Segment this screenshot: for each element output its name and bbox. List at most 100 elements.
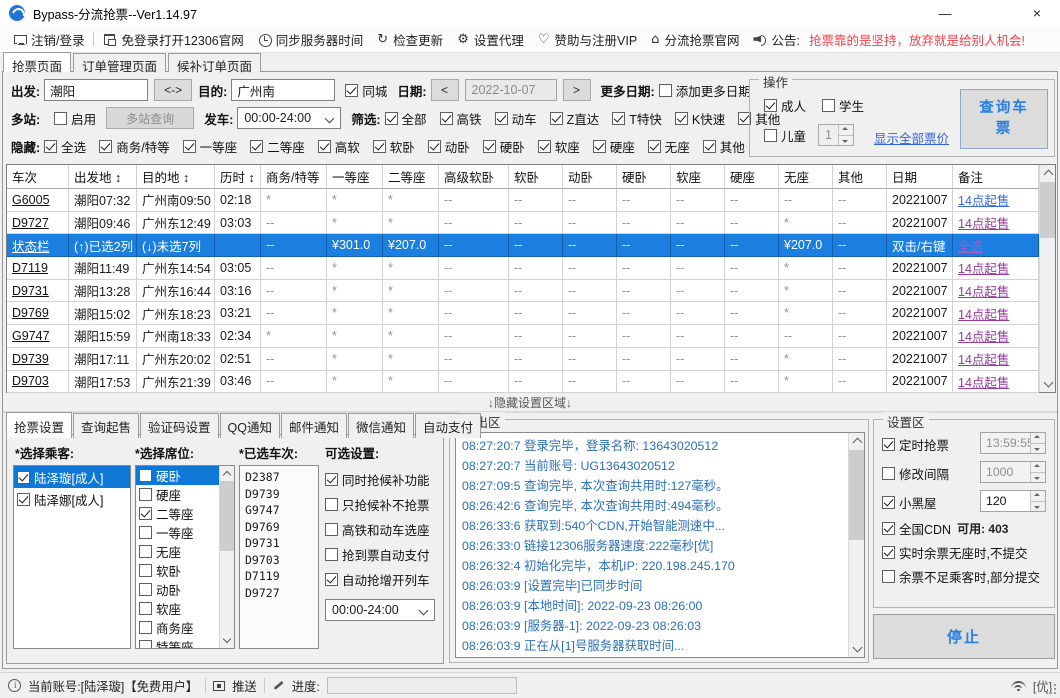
- seat-checkbox[interactable]: 软座: [139, 599, 181, 618]
- seat-item[interactable]: 软卧: [136, 561, 219, 580]
- menu-item[interactable]: 公告:: [746, 30, 806, 49]
- seat-item[interactable]: 商务座: [136, 618, 219, 637]
- page-tab[interactable]: 抢票页面: [3, 52, 71, 72]
- page-tab[interactable]: 候补订单页面: [168, 53, 261, 72]
- seat-checkbox[interactable]: 特等座: [139, 637, 194, 649]
- column-header[interactable]: 目的地 ↕: [137, 165, 215, 189]
- depart-time-select[interactable]: 00:00-24:00: [237, 107, 341, 129]
- settings-tab[interactable]: 邮件通知: [281, 413, 347, 438]
- hide-checkbox[interactable]: 硬座: [593, 137, 635, 156]
- hide-checkbox[interactable]: 软卧: [373, 137, 415, 156]
- train-number-link[interactable]: D9727: [12, 216, 49, 230]
- option-checkbox[interactable]: 同时抢候补功能: [325, 470, 430, 489]
- seat-checkbox[interactable]: 商务座: [139, 618, 194, 637]
- train-number-link[interactable]: G6005: [12, 193, 50, 207]
- remark-link[interactable]: 14点起售: [958, 281, 1009, 300]
- scroll-up-icon[interactable]: [1040, 165, 1055, 181]
- table-scrollbar[interactable]: [1039, 165, 1055, 392]
- multi-query-button[interactable]: 多站查询: [106, 107, 194, 129]
- remark-link[interactable]: 14点起售: [958, 304, 1009, 323]
- scroll-down-icon[interactable]: [220, 633, 234, 648]
- table-row[interactable]: G9747潮阳15:59广州南18:3302:34***------------…: [7, 325, 1055, 348]
- option-checkbox[interactable]: 只抢候补不抢票: [325, 495, 430, 514]
- swap-button[interactable]: <->: [154, 79, 192, 101]
- setting-checkbox[interactable]: 余票不足乘客时,部分提交: [882, 567, 1040, 586]
- passenger-checkbox[interactable]: 陆泽娜[成人]: [17, 490, 103, 509]
- menu-item[interactable]: ⚙设置代理: [450, 30, 531, 49]
- seat-checkbox[interactable]: 一等座: [139, 523, 194, 542]
- table-row[interactable]: D7119潮阳11:49广州东14:5403:05--**-----------…: [7, 257, 1055, 280]
- resize-grip[interactable]: [1046, 684, 1057, 695]
- column-header[interactable]: 备注: [953, 165, 1039, 189]
- option-checkbox[interactable]: 高铁和动车选座: [325, 520, 430, 539]
- date-input[interactable]: 2022-10-07: [465, 79, 557, 101]
- table-row[interactable]: D9727潮阳09:46广州东12:4903:03--**-----------…: [7, 212, 1055, 235]
- push-button[interactable]: 推送: [232, 677, 257, 695]
- remark-link[interactable]: 全选: [958, 236, 983, 255]
- hide-checkbox[interactable]: 商务/特等: [99, 137, 169, 156]
- same-city-checkbox[interactable]: 同城: [345, 81, 387, 100]
- adult-checkbox[interactable]: 成人: [764, 96, 806, 115]
- option-checkbox[interactable]: 抢到票自动支付: [325, 545, 430, 564]
- settings-tab[interactable]: 微信通知: [348, 413, 414, 438]
- menu-item[interactable]: 免登录打开12306官网: [96, 30, 250, 49]
- seat-checkbox[interactable]: 动卧: [139, 580, 181, 599]
- query-tickets-button[interactable]: 查询车票: [960, 89, 1048, 149]
- seat-item[interactable]: 动卧: [136, 580, 219, 599]
- menu-item[interactable]: ⌂分流抢票官网: [644, 30, 746, 49]
- settings-tab[interactable]: 自动支付: [415, 413, 481, 438]
- setting-value-field[interactable]: 13:59:55: [980, 432, 1046, 454]
- settings-tab[interactable]: 验证码设置: [140, 413, 219, 438]
- menu-item[interactable]: 同步服务器时间: [251, 30, 371, 49]
- column-header[interactable]: 软座: [671, 165, 725, 189]
- scroll-down-icon[interactable]: [1040, 376, 1055, 392]
- stop-button[interactable]: 停止: [873, 614, 1055, 659]
- close-button[interactable]: ×: [1014, 0, 1060, 26]
- passenger-item[interactable]: 陆泽娜[成人]: [14, 488, 130, 510]
- column-header[interactable]: 无座: [779, 165, 833, 189]
- train-number-link[interactable]: D9703: [12, 374, 49, 388]
- train-number-link[interactable]: D9731: [12, 284, 49, 298]
- filter-checkbox[interactable]: T特快: [612, 109, 662, 128]
- hide-checkbox[interactable]: 其他: [703, 137, 745, 156]
- setting-checkbox[interactable]: 实时余票无座时,不提交: [882, 543, 1027, 562]
- column-header[interactable]: 商务/特等: [261, 165, 327, 189]
- hide-checkbox[interactable]: 硬卧: [483, 137, 525, 156]
- minimize-button[interactable]: —: [922, 0, 968, 26]
- train-number-link[interactable]: D7119: [12, 261, 48, 275]
- train-number-link[interactable]: D9739: [12, 352, 49, 366]
- train-number-link[interactable]: 状态栏: [12, 236, 50, 255]
- column-header[interactable]: 出发地 ↕: [69, 165, 137, 189]
- seat-scrollbar[interactable]: [219, 466, 234, 648]
- show-all-prices-link[interactable]: 显示全部票价: [874, 128, 949, 147]
- cdn-checkbox[interactable]: 全国CDN: [882, 519, 951, 538]
- student-checkbox[interactable]: 学生: [822, 96, 864, 115]
- seat-item[interactable]: 一等座: [136, 523, 219, 542]
- column-header[interactable]: 其他: [833, 165, 887, 189]
- hide-checkbox[interactable]: 全选: [44, 137, 86, 156]
- output-scrollbar[interactable]: [848, 433, 864, 657]
- column-header[interactable]: 硬卧: [617, 165, 671, 189]
- table-row[interactable]: D9739潮阳17:11广州东20:0202:51--**-----------…: [7, 348, 1055, 371]
- scrollbar-thumb[interactable]: [849, 450, 864, 540]
- seat-item[interactable]: 硬卧: [136, 466, 219, 485]
- hide-checkbox[interactable]: 动卧: [428, 137, 470, 156]
- column-header[interactable]: 动卧: [563, 165, 617, 189]
- settings-tab[interactable]: QQ通知: [220, 413, 280, 438]
- depart-input[interactable]: 潮阳: [44, 79, 148, 101]
- remark-link[interactable]: 14点起售: [958, 258, 1009, 277]
- seat-checkbox[interactable]: 软卧: [139, 561, 181, 580]
- setting-checkbox[interactable]: 修改间隔: [882, 464, 949, 483]
- passenger-item[interactable]: 陆泽璇[成人]: [14, 466, 130, 488]
- filter-checkbox[interactable]: K快速: [675, 109, 725, 128]
- seat-checkbox[interactable]: 硬座: [139, 485, 181, 504]
- status-row[interactable]: 状态栏(↑)已选2列(↓)未选7列--¥301.0¥207.0---------…: [7, 234, 1055, 257]
- filter-checkbox[interactable]: Z直达: [550, 109, 600, 128]
- date-next-button[interactable]: >: [563, 79, 591, 101]
- filter-checkbox[interactable]: 高铁: [440, 109, 482, 128]
- menu-item[interactable]: ♡赞助与注册VIP: [531, 30, 644, 49]
- child-count-stepper[interactable]: 1: [818, 124, 854, 146]
- remark-link[interactable]: 14点起售: [958, 190, 1009, 209]
- setting-checkbox[interactable]: 定时抢票: [882, 435, 949, 454]
- settings-tab[interactable]: 查询起售: [73, 413, 139, 438]
